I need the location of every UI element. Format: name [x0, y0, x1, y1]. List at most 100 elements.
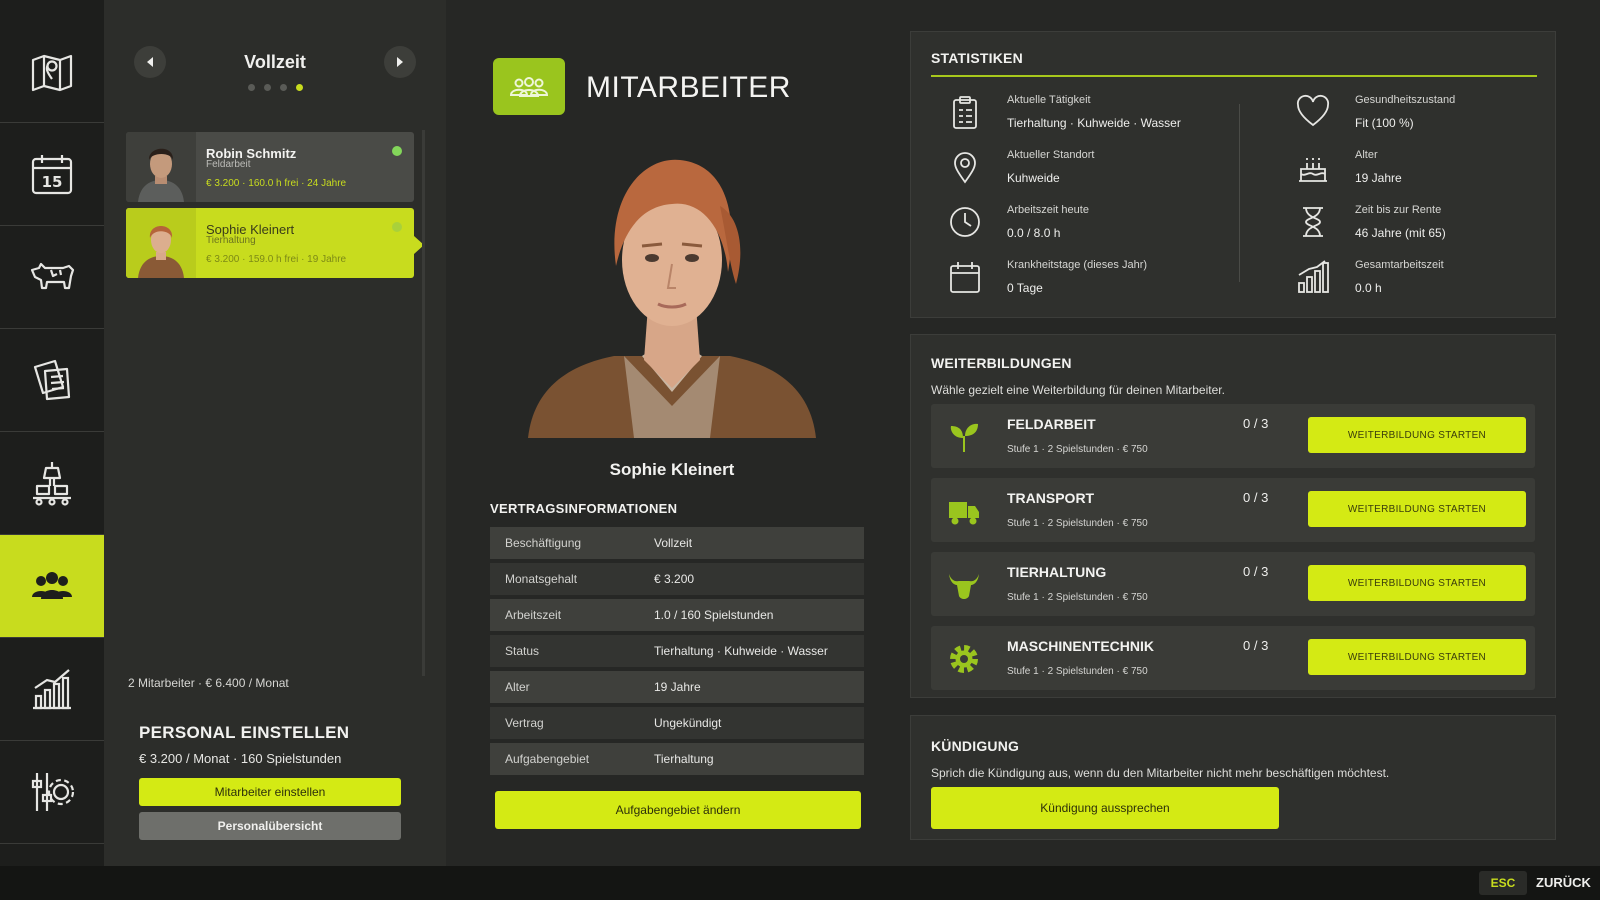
employee-card[interactable]: Robin Schmitz Feldarbeit € 3.200 · 160.0…: [126, 132, 414, 202]
page-dot[interactable]: [279, 84, 287, 91]
row-value: 19 Jahre: [654, 680, 701, 694]
stat-value: 19 Jahre: [1355, 171, 1402, 185]
stat-label: Alter: [1355, 149, 1378, 161]
bar-chart-icon: [1298, 260, 1329, 293]
stat-value: Kuhweide: [1007, 171, 1060, 185]
training-course-animals: TIERHALTUNG Stufe 1 · 2 Spielstunden · €…: [931, 552, 1535, 616]
row-value: Tierhaltung: [654, 752, 714, 766]
stat-label: Krankheitstage (dieses Jahr): [1007, 259, 1148, 271]
truck-icon: [949, 502, 979, 525]
status-online-indicator: [392, 222, 402, 232]
list-summary: 2 Mitarbeiter · € 6.400 / Monat: [128, 676, 289, 690]
course-name: MASCHINENTECHNIK: [1007, 638, 1154, 654]
training-course-field: FELDARBEIT Stufe 1 · 2 Spielstunden · € …: [931, 404, 1535, 468]
start-training-button[interactable]: WEITERBILDUNG STARTEN: [1308, 491, 1526, 527]
esc-key-hint[interactable]: ESC: [1479, 871, 1527, 895]
documents-icon: [33, 359, 71, 401]
nav-animals[interactable]: [0, 226, 104, 329]
employees-icon: [509, 76, 549, 97]
row-label: Alter: [505, 680, 530, 694]
sprout-icon: [950, 423, 978, 452]
production-icon: [33, 462, 71, 506]
back-button[interactable]: ZURÜCK: [1536, 875, 1591, 890]
change-task-area-button[interactable]: Aufgabengebiet ändern: [495, 791, 861, 829]
nav-contracts[interactable]: [0, 329, 104, 432]
status-online-indicator: [392, 146, 402, 156]
row-label: Aufgabengebiet: [505, 752, 590, 766]
nav-map[interactable]: [0, 20, 104, 123]
map-icon: [31, 54, 73, 92]
course-info: Stufe 1 · 2 Spielstunden · € 750: [1007, 444, 1148, 455]
table-row: Status Tierhaltung · Kuhweide · Wasser: [490, 635, 864, 667]
table-row: Beschäftigung Vollzeit: [490, 527, 864, 559]
hire-title: PERSONAL EINSTELLEN: [139, 723, 350, 742]
table-row: Arbeitszeit 1.0 / 160 Spielstunden: [490, 599, 864, 631]
page-dot[interactable]: [263, 84, 271, 91]
start-training-button[interactable]: WEITERBILDUNG STARTEN: [1308, 565, 1526, 601]
hire-subtitle: € 3.200 / Monat · 160 Spielstunden: [139, 751, 342, 766]
course-progress: 0 / 3: [1243, 564, 1269, 579]
stat-value: 0 Tage: [1007, 281, 1043, 295]
start-training-button[interactable]: WEITERBILDUNG STARTEN: [1308, 417, 1526, 453]
next-page-button[interactable]: [384, 46, 416, 78]
contract-section-title: VERTRAGSINFORMATIONEN: [490, 501, 678, 516]
course-info: Stufe 1 · 2 Spielstunden · € 750: [1007, 592, 1148, 603]
course-name: TIERHALTUNG: [1007, 564, 1107, 580]
stat-label: Zeit bis zur Rente: [1355, 204, 1442, 216]
row-value: 1.0 / 160 Spielstunden: [654, 608, 774, 622]
staff-overview-button[interactable]: Personalübersicht: [139, 812, 401, 840]
stat-value: 46 Jahre (mit 65): [1355, 226, 1446, 240]
page-title: MITARBEITER: [586, 71, 791, 104]
employee-card-selected[interactable]: Sophie Kleinert Tierhaltung € 3.200 · 15…: [126, 208, 414, 278]
bull-icon: [949, 574, 979, 599]
employee-avatar: [126, 208, 196, 278]
main-nav-rail: 15: [0, 0, 112, 866]
termination-description: Sprich die Kündigung aus, wenn du den Mi…: [931, 766, 1390, 780]
stat-value: 0.0 / 8.0 h: [1007, 226, 1061, 240]
page-dot[interactable]: [247, 84, 255, 91]
terminate-contract-button[interactable]: Kündigung aussprechen: [931, 787, 1279, 829]
nav-statistics[interactable]: [0, 638, 104, 741]
statistics-title: STATISTIKEN: [931, 50, 1023, 66]
row-value: € 3.200: [654, 572, 695, 586]
hourglass-icon: [1303, 207, 1323, 237]
employees-screen: 15 Vollzeit Robin Schmitz Feldarbeit € 3…: [0, 0, 1600, 900]
row-label: Vertrag: [505, 716, 544, 730]
employee-portrait: [528, 159, 816, 438]
page-title-badge: [493, 58, 565, 115]
employee-role: Feldarbeit: [206, 159, 251, 170]
bottom-bar: ESC ZURÜCK: [0, 866, 1600, 900]
list-scrollbar[interactable]: [422, 130, 425, 676]
page-dot-active[interactable]: [295, 84, 303, 91]
start-training-button[interactable]: WEITERBILDUNG STARTEN: [1308, 639, 1526, 675]
row-value: Vollzeit: [654, 536, 693, 550]
nav-employees[interactable]: [0, 535, 112, 638]
stat-value: Tierhaltung · Kuhweide · Wasser: [1007, 116, 1181, 130]
stats-divider: [1239, 104, 1240, 282]
hire-employee-button[interactable]: Mitarbeiter einstellen: [139, 778, 401, 806]
list-header: Vollzeit: [128, 46, 422, 91]
course-name: TRANSPORT: [1007, 490, 1095, 506]
stat-label: Gesamtarbeitszeit: [1355, 259, 1444, 271]
stat-label: Gesundheitszustand: [1355, 94, 1456, 106]
row-label: Monatsgehalt: [505, 572, 578, 586]
course-info: Stufe 1 · 2 Spielstunden · € 750: [1007, 518, 1148, 529]
course-name: FELDARBEIT: [1007, 416, 1096, 432]
stat-label: Aktuelle Tätigkeit: [1007, 94, 1091, 106]
row-value: Tierhaltung · Kuhweide · Wasser: [654, 644, 828, 658]
svg-text:15: 15: [42, 173, 63, 191]
course-info: Stufe 1 · 2 Spielstunden · € 750: [1007, 666, 1148, 677]
nav-production[interactable]: [0, 432, 104, 535]
termination-panel: KÜNDIGUNG Sprich die Kündigung aus, wenn…: [910, 715, 1556, 840]
cake-icon: [1299, 158, 1327, 182]
gear-icon: [950, 645, 978, 673]
nav-settings[interactable]: [0, 741, 104, 844]
heart-icon: [1296, 94, 1330, 127]
contract-table: Beschäftigung Vollzeit Monatsgehalt € 3.20…: [490, 527, 864, 779]
nav-calendar[interactable]: 15: [0, 123, 104, 226]
table-row: Alter 19 Jahre: [490, 671, 864, 703]
stat-value: 0.0 h: [1355, 281, 1382, 295]
training-title: WEITERBILDUNGEN: [931, 355, 1072, 371]
table-row: Vertrag Ungekündigt: [490, 707, 864, 739]
table-row: Aufgabengebiet Tierhaltung: [490, 743, 864, 775]
